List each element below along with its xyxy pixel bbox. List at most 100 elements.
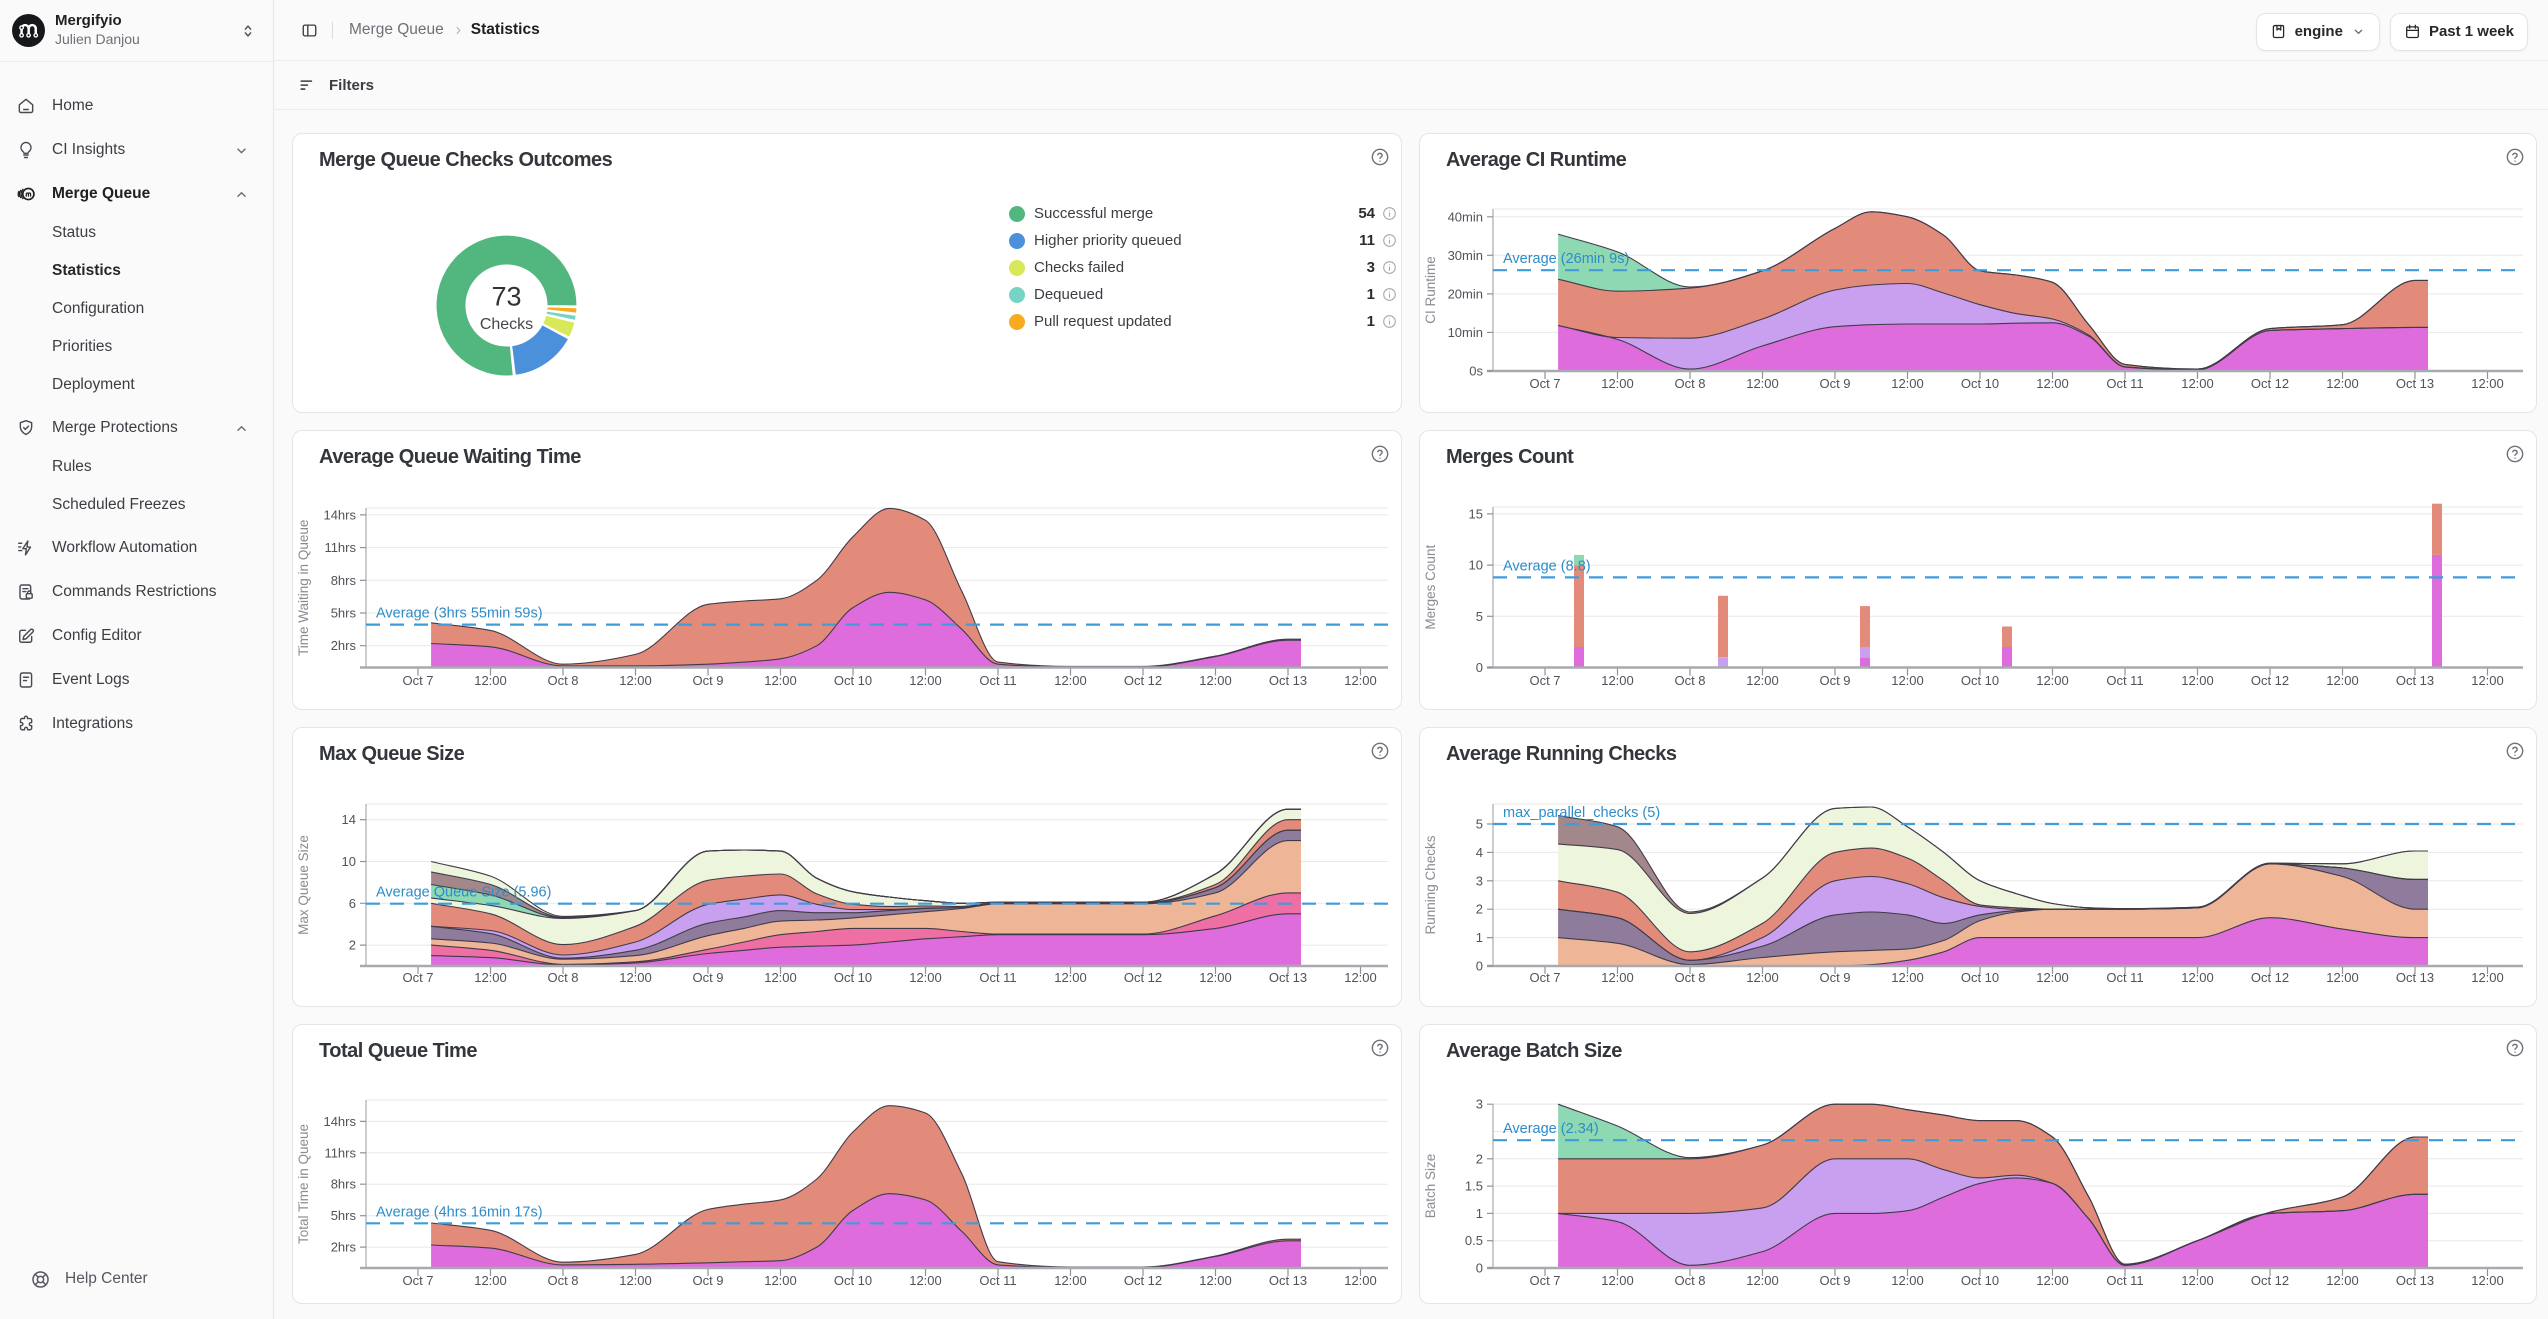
svg-text:1: 1 — [1476, 930, 1483, 945]
svg-text:Oct 9: Oct 9 — [692, 970, 723, 985]
svg-text:Oct 8: Oct 8 — [1674, 970, 1705, 985]
svg-text:12:00: 12:00 — [1601, 673, 1634, 688]
svg-text:12:00: 12:00 — [2471, 673, 2504, 688]
svg-text:Oct 9: Oct 9 — [1819, 673, 1850, 688]
svg-text:2hrs: 2hrs — [331, 638, 357, 653]
svg-text:0.5: 0.5 — [1465, 1233, 1483, 1248]
svg-text:Average (4hrs 16min 17s): Average (4hrs 16min 17s) — [376, 1204, 543, 1220]
svg-text:12:00: 12:00 — [909, 1273, 942, 1288]
svg-text:5: 5 — [1476, 609, 1483, 624]
svg-text:12:00: 12:00 — [909, 673, 942, 688]
svg-text:Oct 10: Oct 10 — [834, 970, 872, 985]
svg-text:12:00: 12:00 — [1199, 970, 1232, 985]
svg-text:10: 10 — [342, 854, 356, 869]
svg-text:Oct 7: Oct 7 — [1529, 1273, 1560, 1288]
svg-text:8hrs: 8hrs — [331, 573, 357, 588]
svg-text:Max Queue Size: Max Queue Size — [296, 835, 311, 935]
svg-text:Oct 11: Oct 11 — [2106, 970, 2143, 985]
svg-text:Oct 11: Oct 11 — [979, 970, 1016, 985]
svg-text:Oct 10: Oct 10 — [834, 673, 872, 688]
svg-text:14hrs: 14hrs — [323, 507, 356, 522]
svg-text:12:00: 12:00 — [2326, 1273, 2359, 1288]
svg-text:12:00: 12:00 — [1199, 1273, 1232, 1288]
svg-text:Oct 12: Oct 12 — [2251, 376, 2289, 391]
svg-text:Oct 11: Oct 11 — [2106, 1273, 2143, 1288]
svg-text:Oct 12: Oct 12 — [2251, 673, 2289, 688]
svg-text:Oct 8: Oct 8 — [1674, 1273, 1705, 1288]
svg-text:12:00: 12:00 — [1054, 970, 1087, 985]
svg-text:12:00: 12:00 — [1746, 673, 1779, 688]
svg-text:Oct 11: Oct 11 — [2106, 376, 2143, 391]
svg-text:Oct 10: Oct 10 — [1961, 673, 1999, 688]
svg-text:Oct 13: Oct 13 — [1269, 1273, 1307, 1288]
svg-text:5: 5 — [1476, 817, 1483, 832]
svg-text:Oct 13: Oct 13 — [2396, 376, 2434, 391]
svg-text:14hrs: 14hrs — [323, 1114, 356, 1129]
svg-text:12:00: 12:00 — [2326, 376, 2359, 391]
svg-text:12:00: 12:00 — [2036, 376, 2069, 391]
svg-text:Oct 13: Oct 13 — [1269, 970, 1307, 985]
svg-text:14: 14 — [342, 812, 356, 827]
svg-text:Oct 12: Oct 12 — [2251, 970, 2289, 985]
svg-text:2: 2 — [1476, 1151, 1483, 1166]
svg-text:Oct 10: Oct 10 — [834, 1273, 872, 1288]
svg-text:12:00: 12:00 — [1891, 376, 1924, 391]
svg-text:12:00: 12:00 — [2326, 673, 2359, 688]
svg-text:Oct 8: Oct 8 — [547, 673, 578, 688]
svg-text:30min: 30min — [1448, 248, 1483, 263]
svg-text:0: 0 — [1476, 959, 1483, 974]
svg-text:Oct 7: Oct 7 — [1529, 376, 1560, 391]
svg-text:Oct 9: Oct 9 — [1819, 970, 1850, 985]
svg-text:3: 3 — [1476, 873, 1483, 888]
svg-text:12:00: 12:00 — [2036, 970, 2069, 985]
svg-text:Average (3hrs 55min 59s): Average (3hrs 55min 59s) — [376, 606, 543, 622]
svg-text:2hrs: 2hrs — [331, 1240, 357, 1255]
svg-text:Oct 10: Oct 10 — [1961, 970, 1999, 985]
svg-text:12:00: 12:00 — [1891, 673, 1924, 688]
svg-text:Total Time in Queue: Total Time in Queue — [296, 1124, 311, 1244]
svg-text:12:00: 12:00 — [1344, 673, 1377, 688]
svg-text:12:00: 12:00 — [2036, 1273, 2069, 1288]
svg-text:Oct 7: Oct 7 — [1529, 673, 1560, 688]
svg-text:12:00: 12:00 — [1344, 1273, 1377, 1288]
svg-text:Oct 8: Oct 8 — [547, 970, 578, 985]
svg-text:Oct 10: Oct 10 — [1961, 1273, 1999, 1288]
svg-text:12:00: 12:00 — [2181, 376, 2214, 391]
svg-text:12:00: 12:00 — [1199, 673, 1232, 688]
svg-text:12:00: 12:00 — [2471, 376, 2504, 391]
svg-text:Oct 9: Oct 9 — [692, 1273, 723, 1288]
svg-text:12:00: 12:00 — [1746, 376, 1779, 391]
svg-text:12:00: 12:00 — [1601, 376, 1634, 391]
svg-text:12:00: 12:00 — [1054, 1273, 1087, 1288]
svg-text:12:00: 12:00 — [764, 1273, 797, 1288]
svg-text:3: 3 — [1476, 1097, 1483, 1112]
svg-text:Average (2.34): Average (2.34) — [1503, 1121, 1599, 1137]
svg-text:Oct 12: Oct 12 — [1124, 1273, 1162, 1288]
svg-text:12:00: 12:00 — [764, 673, 797, 688]
svg-text:Oct 8: Oct 8 — [1674, 673, 1705, 688]
svg-text:Checks: Checks — [480, 316, 533, 333]
svg-text:12:00: 12:00 — [1746, 970, 1779, 985]
svg-text:Oct 13: Oct 13 — [1269, 673, 1307, 688]
svg-text:2: 2 — [349, 938, 356, 953]
svg-text:20min: 20min — [1448, 286, 1483, 301]
svg-text:11hrs: 11hrs — [324, 540, 356, 555]
svg-text:Batch Size: Batch Size — [1423, 1154, 1438, 1219]
svg-text:12:00: 12:00 — [2471, 970, 2504, 985]
svg-text:8hrs: 8hrs — [331, 1177, 357, 1192]
svg-text:Oct 8: Oct 8 — [1674, 376, 1705, 391]
svg-text:CI Runtime: CI Runtime — [1423, 256, 1438, 324]
svg-text:Merges Count: Merges Count — [1423, 545, 1438, 630]
svg-text:Oct 11: Oct 11 — [979, 673, 1016, 688]
svg-text:6: 6 — [349, 896, 356, 911]
svg-text:0s: 0s — [1469, 364, 1483, 379]
svg-text:Oct 7: Oct 7 — [402, 970, 433, 985]
svg-text:2: 2 — [1476, 902, 1483, 917]
svg-text:Oct 11: Oct 11 — [2106, 673, 2143, 688]
svg-text:15: 15 — [1469, 506, 1483, 521]
svg-text:12:00: 12:00 — [619, 673, 652, 688]
svg-text:4: 4 — [1476, 845, 1483, 860]
svg-text:0: 0 — [1476, 660, 1483, 675]
svg-text:10min: 10min — [1448, 325, 1483, 340]
svg-text:12:00: 12:00 — [2181, 970, 2214, 985]
